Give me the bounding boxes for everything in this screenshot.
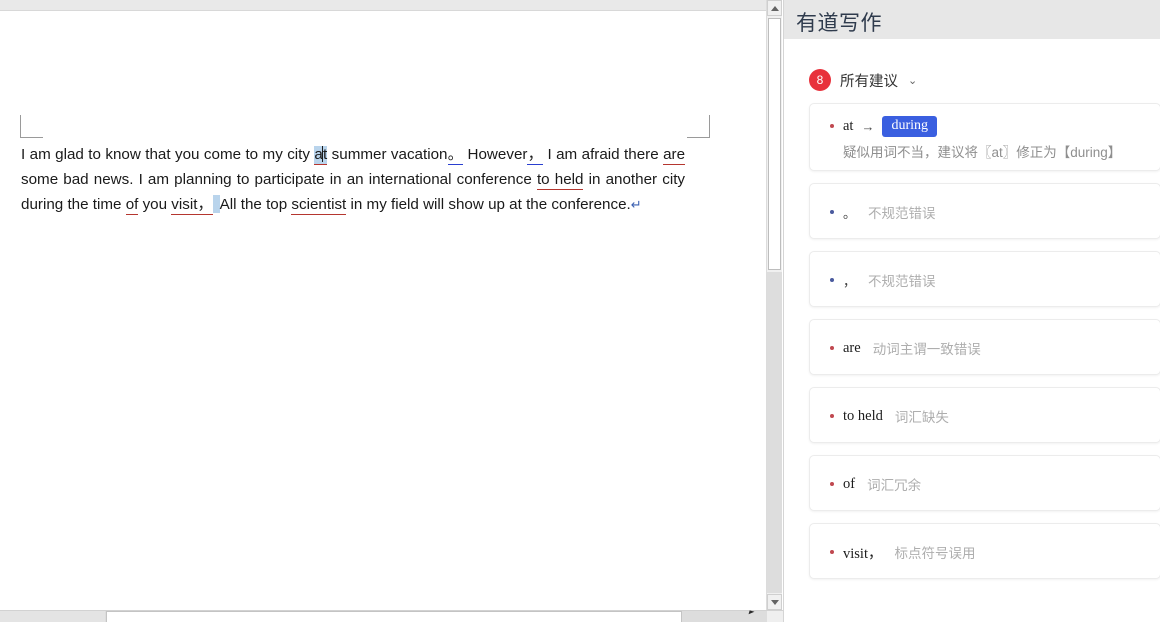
arrow-right-icon: → [861, 119, 874, 134]
error-type-label: 词汇冗余 [867, 474, 921, 494]
suggestion-card[interactable]: 。不规范错误 [809, 183, 1160, 239]
filter-label: 所有建议 [840, 70, 898, 91]
app-root: I am glad to know that you come to my ci… [0, 0, 1160, 622]
text-run: in my field will show up at the conferen… [346, 196, 630, 213]
error-word[interactable]: are [663, 146, 685, 165]
panel-header: 有道写作 [784, 0, 1160, 39]
suggestion-card-row: of 词汇冗余 [830, 456, 1160, 512]
chevron-down-icon[interactable]: ⌄ [908, 74, 917, 87]
error-type-label: 标点符号误用 [894, 542, 975, 562]
suggestion-card[interactable]: at → during 疑似用词不当，建议将〖at〗修正为【during】 [809, 103, 1160, 171]
text-run: However [468, 146, 528, 163]
error-type-label: 动词主谓一致错误 [873, 338, 981, 358]
arrow-up-icon [771, 6, 779, 11]
text-run: you [138, 196, 171, 213]
suggestion-card[interactable]: visit， 标点符号误用 [809, 523, 1160, 579]
document-page[interactable]: I am glad to know that you come to my ci… [0, 12, 760, 610]
youdao-writing-panel: 有道写作 8 所有建议 ⌄ at → during 疑似用词不当，建议将〖at〗修正为… [783, 0, 1160, 622]
error-word[interactable]: scientist [291, 196, 346, 215]
text-run: I am glad to know that you come to my ci… [21, 146, 314, 163]
severity-dot-icon [830, 550, 834, 554]
vertical-scrollbar-track[interactable] [767, 272, 782, 593]
suggestion-term: to held [843, 408, 883, 425]
text-run: summer vacation [327, 146, 447, 163]
scrollbar-corner [767, 611, 783, 622]
selected-space [213, 195, 220, 213]
severity-dot-icon [830, 278, 834, 282]
scroll-down-button[interactable] [767, 594, 782, 610]
suggestion-list: at→during疑似用词不当，建议将〖at〗修正为【during】。不规范错误… [809, 103, 1160, 591]
severity-dot-icon [830, 482, 834, 486]
error-word[interactable]: visit， [171, 196, 212, 215]
error-type-label: 不规范错误 [868, 202, 936, 222]
text-run: some bad news. I am planning to particip… [21, 171, 537, 188]
error-word[interactable]: of [126, 196, 139, 215]
severity-dot-icon [830, 124, 834, 128]
suggestion-term: of [843, 476, 855, 493]
suggestion-card[interactable]: of 词汇冗余 [809, 455, 1160, 511]
suggestion-card-row: at → during [830, 104, 1160, 140]
scroll-up-button[interactable] [767, 0, 782, 16]
error-word[interactable]: to held [537, 171, 584, 190]
suggestion-term: visit， [843, 542, 882, 563]
suggestion-description: 疑似用词不当，建议将〖at〗修正为【during】 [830, 140, 1160, 161]
replacement-chip[interactable]: during [882, 116, 937, 137]
error-punctuation[interactable]: 。 [448, 146, 464, 165]
suggestion-term: at [843, 118, 853, 135]
error-punctuation[interactable]: ， [527, 146, 543, 165]
suggestion-card-row: ， 不规范错误 [830, 252, 1160, 308]
document-paragraph[interactable]: I am glad to know that you come to my ci… [21, 142, 685, 217]
panel-title: 有道写作 [796, 7, 882, 37]
suggestion-card-row: visit， 标点符号误用 [830, 524, 1160, 580]
document-top-strip [0, 0, 766, 11]
panel-body: 8 所有建议 ⌄ at → during 疑似用词不当，建议将〖at〗修正为【duri… [784, 39, 1160, 622]
document-area[interactable]: I am glad to know that you come to my ci… [0, 0, 766, 610]
text-run: I am afraid there [543, 146, 663, 163]
margin-mark-top-left [20, 115, 43, 138]
horizontal-scrollbar[interactable] [0, 610, 783, 622]
severity-dot-icon [830, 346, 834, 350]
severity-dot-icon [830, 414, 834, 418]
suggestion-card[interactable]: are 动词主谓一致错误 [809, 319, 1160, 375]
error-type-label: 不规范错误 [868, 270, 936, 290]
suggestion-card[interactable]: ， 不规范错误 [809, 251, 1160, 307]
arrow-down-icon [771, 600, 779, 605]
suggestion-term: are [843, 340, 861, 357]
margin-mark-top-right [687, 115, 710, 138]
horizontal-scrollbar-thumb[interactable] [106, 611, 682, 622]
suggestion-card[interactable]: to held 词汇缺失 [809, 387, 1160, 443]
document-text-body[interactable]: I am glad to know that you come to my ci… [21, 142, 685, 217]
suggestion-card-row: to held 词汇缺失 [830, 388, 1160, 444]
paragraph-mark-icon: ↵ [631, 197, 642, 212]
suggestion-term: ， [843, 271, 856, 290]
suggestion-term: 。 [843, 203, 856, 222]
suggestion-count-badge: 8 [809, 69, 831, 91]
vertical-scrollbar-thumb[interactable] [768, 18, 781, 270]
severity-dot-icon [830, 210, 834, 214]
suggestion-card-row: 。不规范错误 [830, 184, 1160, 240]
vertical-scrollbar[interactable] [766, 0, 782, 610]
horizontal-scrollbar-track-left[interactable] [0, 611, 105, 622]
all-suggestions-filter[interactable]: 8 所有建议 ⌄ [809, 69, 917, 91]
text-run: All the top [220, 196, 292, 213]
error-type-label: 词汇缺失 [895, 406, 949, 426]
suggestion-card-row: are 动词主谓一致错误 [830, 320, 1160, 376]
